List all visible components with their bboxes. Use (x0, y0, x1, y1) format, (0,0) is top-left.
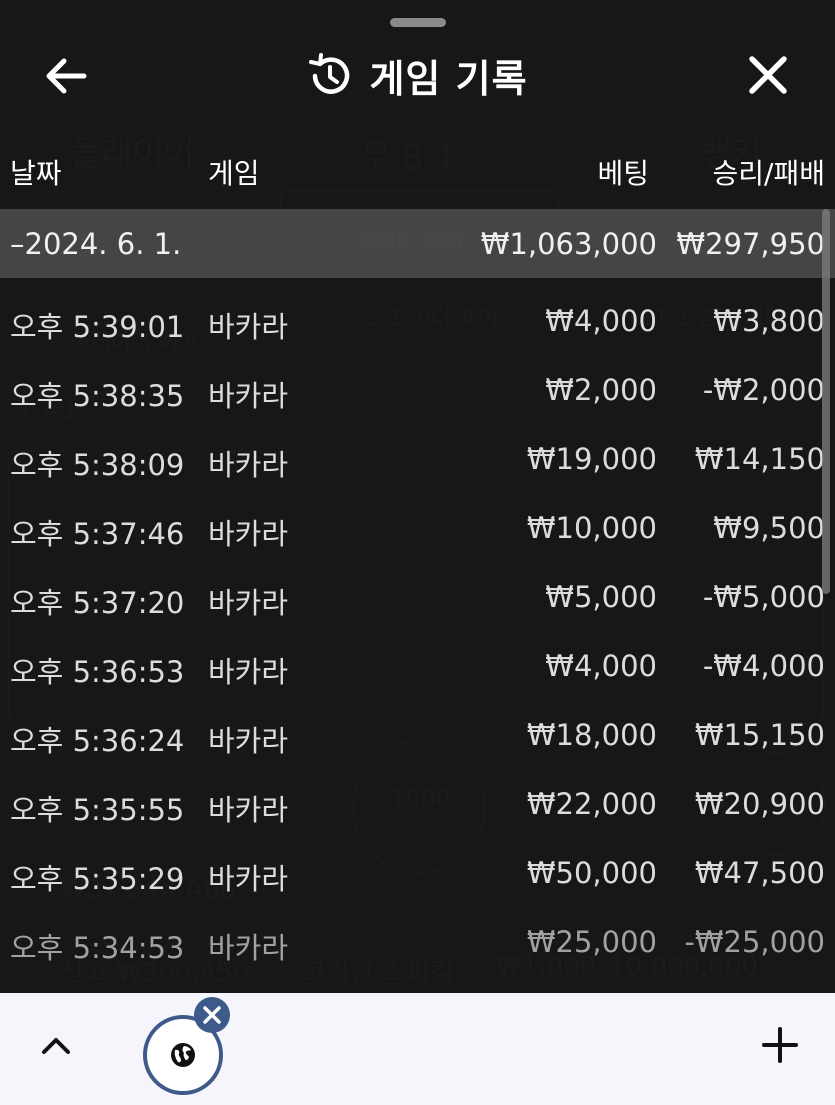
history-row[interactable]: 오후 5:35:29 바카라 ₩50,000 ₩47,500 (0, 838, 835, 907)
row-time: 오후 5:38:35 (10, 379, 185, 413)
history-row[interactable]: 오후 5:36:24 바카라 ₩18,000 ₩15,150 (0, 700, 835, 769)
row-winloss: ₩3,800 (713, 304, 825, 338)
row-winloss: ₩47,500 (694, 856, 825, 890)
title-group: 게임 기록 (0, 48, 835, 103)
row-winloss: ₩14,150 (694, 442, 825, 476)
row-bet: ₩2,000 (545, 373, 657, 407)
row-winloss: -₩5,000 (702, 580, 825, 614)
row-game: 바카라 (208, 586, 289, 620)
bottom-toolbar (0, 993, 835, 1105)
row-time: 오후 5:34:53 (10, 931, 185, 965)
summary-date: –2024. 6. 1. (10, 227, 182, 261)
row-bet: ₩25,000 (526, 925, 657, 959)
plus-icon (762, 1027, 798, 1063)
row-game: 바카라 (208, 379, 289, 413)
row-bet: ₩19,000 (526, 442, 657, 476)
row-winloss: ₩20,900 (694, 787, 825, 821)
row-time: 오후 5:35:29 (10, 862, 185, 896)
summary-winloss: ₩297,950 (676, 227, 825, 261)
history-row[interactable]: 오후 5:36:53 바카라 ₩4,000 -₩4,000 (0, 631, 835, 700)
history-icon (309, 52, 350, 94)
row-winloss: ₩15,150 (694, 718, 825, 752)
history-row[interactable]: 오후 5:37:46 바카라 ₩10,000 ₩9,500 (0, 493, 835, 562)
add-tab-button[interactable] (758, 1023, 802, 1067)
row-game: 바카라 (208, 310, 289, 344)
row-winloss: -₩25,000 (684, 925, 825, 959)
history-row[interactable]: 오후 5:37:20 바카라 ₩5,000 -₩5,000 (0, 562, 835, 631)
row-game: 바카라 (208, 517, 289, 551)
row-game: 바카라 (208, 448, 289, 482)
globe-icon (171, 1043, 195, 1067)
close-button[interactable] (742, 50, 796, 102)
history-row[interactable]: 오후 5:34:53 바카라 ₩25,000 -₩25,000 (0, 907, 835, 976)
summary-bet: ₩1,063,000 (480, 227, 657, 261)
row-bet: ₩4,000 (545, 649, 657, 683)
row-bet: ₩5,000 (545, 580, 657, 614)
history-row[interactable]: 오후 5:38:09 바카라 ₩19,000 ₩14,150 (0, 424, 835, 493)
history-row[interactable]: 오후 5:35:55 바카라 ₩22,000 ₩20,900 (0, 769, 835, 838)
row-game: 바카라 (208, 655, 289, 689)
row-time: 오후 5:36:24 (10, 724, 185, 758)
sheet-header: 게임 기록 (0, 36, 835, 116)
expand-button[interactable] (34, 1023, 78, 1067)
row-game: 바카라 (208, 931, 289, 965)
scrollbar[interactable] (822, 209, 830, 594)
row-winloss: ₩9,500 (713, 511, 825, 545)
row-time: 오후 5:35:55 (10, 793, 185, 827)
close-tab-button[interactable] (194, 997, 230, 1033)
page-title: 게임 기록 (369, 57, 528, 101)
history-list[interactable]: –2024. 6. 1. ₩1,063,000 ₩297,950 오후 5:39… (0, 209, 835, 993)
column-header-game: 게임 (208, 157, 260, 190)
row-time: 오후 5:39:01 (10, 310, 185, 344)
row-time: 오후 5:37:20 (10, 586, 185, 620)
row-bet: ₩22,000 (526, 787, 657, 821)
drag-handle[interactable] (390, 18, 446, 27)
close-icon (203, 1006, 221, 1024)
row-time: 오후 5:36:53 (10, 655, 185, 689)
close-icon (749, 56, 787, 94)
row-bet: ₩4,000 (545, 304, 657, 338)
row-bet: ₩50,000 (526, 856, 657, 890)
column-header-winloss: 승리/패배 (712, 157, 825, 190)
row-game: 바카라 (208, 724, 289, 758)
row-bet: ₩10,000 (526, 511, 657, 545)
column-header-bet: 베팅 (597, 157, 649, 190)
history-sheet: 게임 기록 날짜 게임 베팅 승리/패배 –2024. 6. 1. ₩1,063… (0, 0, 835, 993)
row-winloss: -₩4,000 (702, 649, 825, 683)
row-time: 오후 5:37:46 (10, 517, 185, 551)
summary-row[interactable]: –2024. 6. 1. ₩1,063,000 ₩297,950 (0, 209, 835, 278)
chevron-up-icon (42, 1038, 70, 1054)
row-game: 바카라 (208, 793, 289, 827)
history-row[interactable]: 오후 5:39:01 바카라 ₩4,000 ₩3,800 (0, 286, 835, 355)
row-time: 오후 5:38:09 (10, 448, 185, 482)
row-bet: ₩18,000 (526, 718, 657, 752)
column-header-date: 날짜 (10, 157, 62, 190)
row-winloss: -₩2,000 (702, 373, 825, 407)
history-row[interactable]: 오후 5:38:35 바카라 ₩2,000 -₩2,000 (0, 355, 835, 424)
row-game: 바카라 (208, 862, 289, 896)
